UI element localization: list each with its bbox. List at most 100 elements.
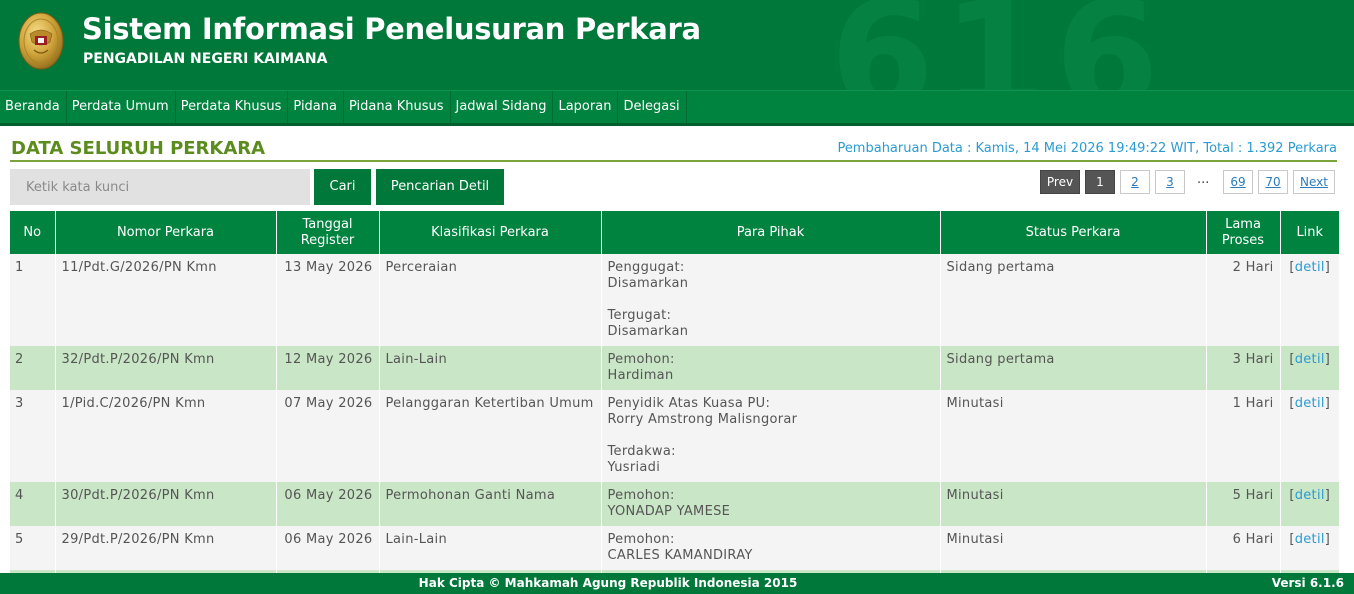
nav-item-pidana-khusus[interactable]: Pidana Khusus <box>344 91 451 123</box>
cell-lama-proses: 2 Hari <box>1206 254 1281 346</box>
nav-item-jadwal-sidang[interactable]: Jadwal Sidang <box>451 91 554 123</box>
pihak-line: Pemohon: <box>607 352 675 367</box>
cell-tanggal: 13 May 2026 <box>276 254 380 346</box>
col-header-para-pihak: Para Pihak <box>601 211 941 254</box>
cell-tanggal: 07 May 2026 <box>276 390 380 482</box>
pihak-gap <box>608 292 935 308</box>
detil-link[interactable]: detil <box>1295 352 1325 367</box>
cell-no: 3 <box>10 390 56 482</box>
nav-item-beranda[interactable]: Beranda <box>0 91 67 123</box>
link-bracket-close: ] <box>1324 352 1331 367</box>
col-header-lama-line1: Lama <box>1225 216 1261 232</box>
pagination-page-70[interactable]: 70 <box>1258 170 1288 194</box>
nav-item-laporan[interactable]: Laporan <box>553 91 619 123</box>
title-divider <box>10 160 1337 162</box>
col-header-status: Status Perkara <box>940 211 1207 254</box>
cell-nomor-perkara: 1/Pid.C/2026/PN Kmn <box>55 390 277 482</box>
pihak-line: Pemohon: <box>607 488 675 503</box>
pagination-page-69[interactable]: 69 <box>1223 170 1253 194</box>
table-row: 4 30/Pdt.P/2026/PN Kmn 06 May 2026 Permo… <box>10 482 1339 526</box>
table-row: 3 1/Pid.C/2026/PN Kmn 07 May 2026 Pelang… <box>10 390 1339 482</box>
detil-link[interactable]: detil <box>1295 488 1325 503</box>
site-footer: Hak Cipta © Mahkamah Agung Republik Indo… <box>0 573 1354 594</box>
cell-para-pihak: Penyidik Atas Kuasa PU: Rorry Amstrong M… <box>601 390 941 482</box>
pagination-next[interactable]: Next <box>1293 170 1335 194</box>
col-header-klasifikasi: Klasifikasi Perkara <box>379 211 602 254</box>
cell-status: Sidang pertama <box>940 254 1207 346</box>
cell-no: 5 <box>10 526 56 570</box>
pihak-line: YONADAP YAMESE <box>607 504 731 519</box>
pagination-page-current[interactable]: 1 <box>1085 170 1115 194</box>
col-header-tanggal-line1: Tanggal <box>302 216 353 232</box>
cell-klasifikasi: Perceraian <box>379 254 602 346</box>
link-bracket-close: ] <box>1324 396 1331 411</box>
site-header: 616 Sistem Informasi Penelusuran Perkara… <box>0 0 1354 90</box>
cell-lama-proses: 6 Hari <box>1206 526 1281 570</box>
cell-klasifikasi: Lain-Lain <box>379 526 602 570</box>
col-header-nomor-perkara: Nomor Perkara <box>55 211 277 254</box>
pihak-line: CARLES KAMANDIRAY <box>607 548 753 563</box>
update-info: Pembaharuan Data : Kamis, 14 Mei 2026 19… <box>837 141 1337 156</box>
col-header-tanggal-line2: Register <box>300 232 355 248</box>
page: 616 Sistem Informasi Penelusuran Perkara… <box>0 0 1354 594</box>
cell-tanggal: 06 May 2026 <box>276 526 380 570</box>
cell-link: [detil] <box>1280 482 1339 526</box>
pihak-line: Penggugat: <box>607 260 685 275</box>
main-nav: Beranda Perdata Umum Perdata Khusus Pida… <box>0 90 1354 126</box>
link-bracket-close: ] <box>1324 532 1331 547</box>
link-bracket-close: ] <box>1324 488 1331 503</box>
cell-link: [detil] <box>1280 346 1339 390</box>
cell-link: [detil] <box>1280 390 1339 482</box>
nav-item-perdata-umum[interactable]: Perdata Umum <box>67 91 176 123</box>
cell-tanggal: 12 May 2026 <box>276 346 380 390</box>
cell-nomor-perkara: 11/Pdt.G/2026/PN Kmn <box>55 254 277 346</box>
pihak-line: Disamarkan <box>607 324 689 339</box>
table-header-row: No Nomor Perkara Tanggal Register Klasif… <box>10 211 1339 254</box>
cell-no: 2 <box>10 346 56 390</box>
cell-klasifikasi: Lain-Lain <box>379 346 602 390</box>
cell-link: [detil] <box>1280 526 1339 570</box>
footer-version: Versi 6.1.6 <box>1271 576 1344 590</box>
search-button[interactable]: Cari <box>314 169 371 205</box>
cell-no: 1 <box>10 254 56 346</box>
pihak-line: Pemohon: <box>607 532 675 547</box>
table-row: 2 32/Pdt.P/2026/PN Kmn 12 May 2026 Lain-… <box>10 346 1339 390</box>
nav-item-delegasi[interactable]: Delegasi <box>618 91 687 123</box>
pagination-prev[interactable]: Prev <box>1040 170 1080 194</box>
cell-status: Sidang pertama <box>940 346 1207 390</box>
cell-para-pihak: Pemohon: YONADAP YAMESE <box>601 482 941 526</box>
pihak-line: Penyidik Atas Kuasa PU: <box>607 396 771 411</box>
detil-link[interactable]: detil <box>1295 396 1325 411</box>
case-table: No Nomor Perkara Tanggal Register Klasif… <box>10 211 1339 573</box>
cell-klasifikasi: Pelanggaran Ketertiban Umum <box>379 390 602 482</box>
cell-nomor-perkara: 30/Pdt.P/2026/PN Kmn <box>55 482 277 526</box>
col-header-lama-proses: Lama Proses <box>1206 211 1281 254</box>
cell-status: Minutasi <box>940 526 1207 570</box>
footer-copyright: Hak Cipta © Mahkamah Agung Republik Indo… <box>418 576 798 590</box>
cell-nomor-perkara: 32/Pdt.P/2026/PN Kmn <box>55 346 277 390</box>
cell-para-pihak: Pemohon: CARLES KAMANDIRAY <box>601 526 941 570</box>
cell-link: [detil] <box>1280 254 1339 346</box>
app-title: Sistem Informasi Penelusuran Perkara <box>82 12 701 46</box>
header-watermark: 616 <box>830 0 1168 90</box>
cell-lama-proses: 3 Hari <box>1206 346 1281 390</box>
pagination-page-3[interactable]: 3 <box>1155 170 1185 194</box>
table-row: 5 29/Pdt.P/2026/PN Kmn 06 May 2026 Lain-… <box>10 526 1339 570</box>
pagination-ellipsis: ... <box>1197 172 1210 187</box>
detil-link[interactable]: detil <box>1295 260 1325 275</box>
pagination-page-2[interactable]: 2 <box>1120 170 1150 194</box>
pihak-line: Disamarkan <box>607 276 689 291</box>
pihak-line: Yusriadi <box>607 460 661 475</box>
nav-item-perdata-khusus[interactable]: Perdata Khusus <box>176 91 289 123</box>
search-input[interactable] <box>10 169 310 205</box>
detil-link[interactable]: detil <box>1295 532 1325 547</box>
col-header-tanggal-register: Tanggal Register <box>276 211 380 254</box>
pihak-line: Rorry Amstrong Malisngorar <box>607 412 798 427</box>
cell-nomor-perkara: 29/Pdt.P/2026/PN Kmn <box>55 526 277 570</box>
cell-lama-proses: 5 Hari <box>1206 482 1281 526</box>
mahkamah-agung-emblem-icon[interactable] <box>18 12 64 70</box>
advanced-search-button[interactable]: Pencarian Detil <box>376 169 504 205</box>
court-name: PENGADILAN NEGERI KAIMANA <box>83 51 328 67</box>
cell-no: 4 <box>10 482 56 526</box>
nav-item-pidana[interactable]: Pidana <box>288 91 344 123</box>
